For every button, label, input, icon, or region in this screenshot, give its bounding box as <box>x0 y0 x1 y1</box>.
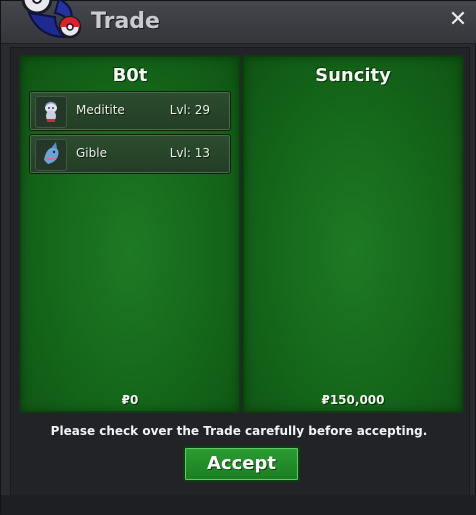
item-level: Lvl: 13 <box>169 146 210 160</box>
pokeball-logo-icon <box>21 0 82 39</box>
partner-offer-panel: Suncity ₽150,000 <box>242 55 464 413</box>
window-footer <box>1 495 476 515</box>
close-button[interactable]: ✕ <box>447 9 469 31</box>
partner-money: ₽150,000 <box>321 393 385 407</box>
partner-name: Suncity <box>315 65 391 86</box>
window-title: Trade <box>91 9 160 34</box>
item-name: Gible <box>76 146 107 160</box>
player-money: ₽0 <box>121 393 139 407</box>
item-level: Lvl: 29 <box>169 103 210 117</box>
trade-notice: Please check over the Trade carefully be… <box>50 424 428 438</box>
item-name: Meditite <box>76 103 125 117</box>
close-icon: ✕ <box>448 7 468 32</box>
trade-window: Trade ✕ B0t Meditite Lvl: 29 Gible Lvl: … <box>0 0 476 515</box>
title-bar[interactable]: Trade ✕ <box>1 0 476 44</box>
offer-item-gible[interactable]: Gible Lvl: 13 <box>29 134 231 174</box>
meditite-icon <box>35 96 67 128</box>
gible-icon <box>35 139 67 171</box>
player-name: B0t <box>112 65 148 86</box>
player-offer-panel: B0t Meditite Lvl: 29 Gible Lvl: 13 ₽0 <box>19 55 241 413</box>
accept-button[interactable]: Accept <box>183 446 300 482</box>
offer-item-meditite[interactable]: Meditite Lvl: 29 <box>29 91 231 131</box>
